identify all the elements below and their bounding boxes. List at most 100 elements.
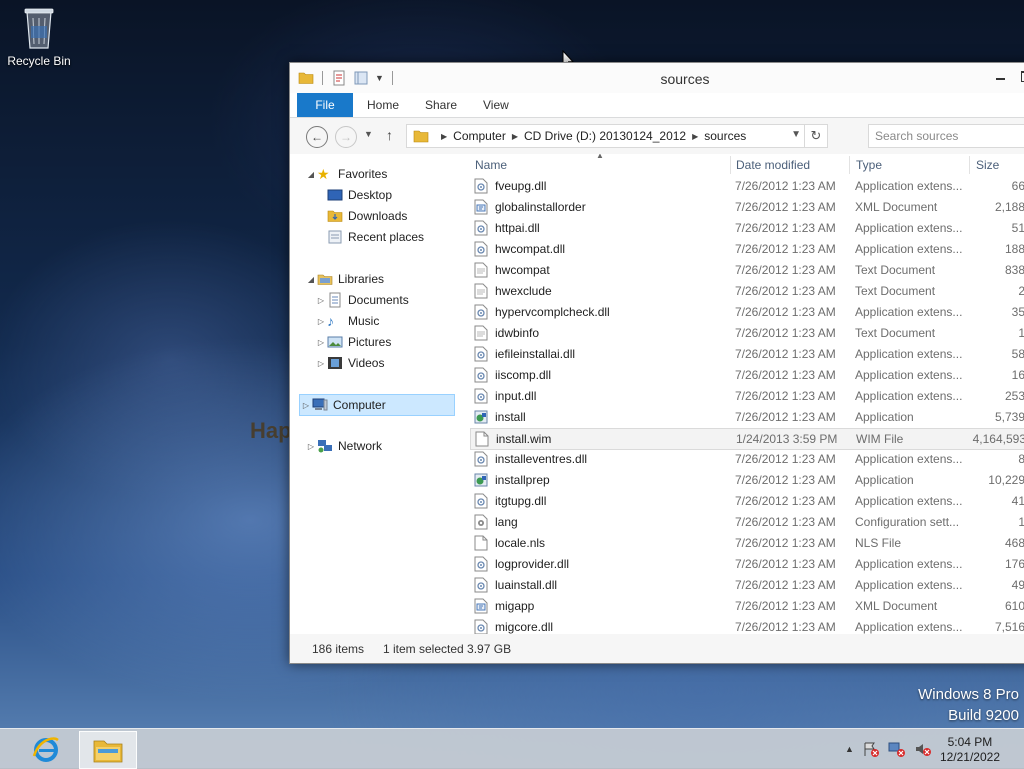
expanded-chevron-icon[interactable]: ◢ bbox=[305, 170, 317, 179]
tab-home[interactable]: Home bbox=[367, 93, 399, 117]
file-name: idwbinfo bbox=[495, 326, 540, 340]
back-arrow-icon: ← bbox=[311, 130, 323, 144]
file-name: itgtupg.dll bbox=[495, 494, 547, 508]
back-button[interactable]: ← bbox=[306, 126, 328, 148]
file-date-modified: 7/26/2012 1:23 AM bbox=[735, 557, 836, 571]
file-row[interactable]: iiscomp.dll 7/26/2012 1:23 AM Application … bbox=[470, 365, 1024, 385]
file-row[interactable]: httpai.dll 7/26/2012 1:23 AM Application e… bbox=[470, 218, 1024, 238]
breadcrumb-sources[interactable]: sources bbox=[704, 129, 746, 143]
column-date-modified[interactable]: Date modified bbox=[736, 158, 810, 172]
file-row[interactable]: hwcompat.dll 7/26/2012 1:23 AM Application… bbox=[470, 239, 1024, 259]
forward-button[interactable]: → bbox=[335, 126, 357, 148]
collapsed-chevron-icon[interactable]: ▷ bbox=[315, 317, 327, 326]
file-row[interactable]: installprep 7/26/2012 1:23 AM Application 1… bbox=[470, 470, 1024, 490]
column-divider[interactable] bbox=[969, 156, 970, 174]
dll-icon bbox=[474, 388, 488, 404]
blank-file-icon bbox=[474, 535, 488, 551]
network-status-icon[interactable] bbox=[888, 741, 906, 757]
recent-locations-chevron-icon[interactable]: ▼ bbox=[364, 129, 373, 139]
file-row[interactable]: migapp 7/26/2012 1:23 AM XML Document 610 bbox=[470, 596, 1024, 616]
file-row[interactable]: idwbinfo 7/26/2012 1:23 AM Text Document 1 bbox=[470, 323, 1024, 343]
search-box[interactable] bbox=[868, 124, 1024, 148]
volume-muted-icon[interactable] bbox=[914, 741, 932, 757]
action-center-flag-icon[interactable] bbox=[862, 741, 880, 757]
file-type: XML Document bbox=[855, 200, 938, 214]
collapsed-chevron-icon[interactable]: ▷ bbox=[315, 296, 327, 305]
tab-file[interactable]: File bbox=[297, 93, 353, 117]
nav-documents[interactable]: ▷ Documents bbox=[315, 290, 409, 310]
file-type: Text Document bbox=[855, 326, 936, 340]
nav-network[interactable]: ▷ Network bbox=[305, 436, 382, 456]
file-row[interactable]: hypervcomplcheck.dll 7/26/2012 1:23 AM App… bbox=[470, 302, 1024, 322]
internet-explorer-button[interactable] bbox=[18, 731, 74, 767]
file-size: 10,229 bbox=[988, 473, 1024, 487]
collapsed-chevron-icon[interactable]: ▷ bbox=[305, 442, 317, 451]
breadcrumb-chevron-icon[interactable]: ▶ bbox=[441, 132, 447, 141]
file-row[interactable]: globalinstallorder 7/26/2012 1:23 AM XML D… bbox=[470, 197, 1024, 217]
column-size[interactable]: Size bbox=[976, 158, 999, 172]
tab-view[interactable]: View bbox=[483, 93, 509, 117]
file-size: 2,188 bbox=[994, 200, 1024, 214]
nav-favorites[interactable]: ◢ ★ Favorites bbox=[305, 164, 387, 184]
nav-computer[interactable]: ▷ Computer bbox=[299, 394, 455, 416]
file-row[interactable]: fveupg.dll 7/26/2012 1:23 AM Application e… bbox=[470, 176, 1024, 196]
breadcrumb-cd-drive[interactable]: CD Drive (D:) 20130124_2012 bbox=[524, 129, 686, 143]
nav-pictures[interactable]: ▷ Pictures bbox=[315, 332, 391, 352]
column-name[interactable]: Name bbox=[475, 158, 507, 172]
file-size: 838 bbox=[1004, 263, 1024, 277]
file-date-modified: 1/24/2013 3:59 PM bbox=[736, 432, 838, 446]
forward-arrow-icon: → bbox=[340, 130, 352, 144]
nav-videos[interactable]: ▷ Videos bbox=[315, 353, 385, 373]
column-divider[interactable] bbox=[849, 156, 850, 174]
recycle-bin-shortcut[interactable]: Recycle Bin bbox=[6, 6, 72, 68]
maximize-button[interactable] bbox=[1016, 66, 1024, 86]
address-history-chevron-icon[interactable]: ▼ bbox=[791, 129, 801, 140]
file-size: 35 bbox=[1011, 305, 1024, 319]
nav-downloads-label: Downloads bbox=[348, 209, 408, 223]
file-row[interactable]: logprovider.dll 7/26/2012 1:23 AM Applicat… bbox=[470, 554, 1024, 574]
file-explorer-button[interactable] bbox=[79, 731, 137, 769]
nav-desktop[interactable]: Desktop bbox=[327, 185, 392, 205]
collapsed-chevron-icon[interactable]: ▷ bbox=[315, 359, 327, 368]
file-row[interactable]: lang 7/26/2012 1:23 AM Configuration sett.… bbox=[470, 512, 1024, 532]
file-size: 51 bbox=[1011, 221, 1024, 235]
file-row[interactable]: install.wim 1/24/2013 3:59 PM WIM File 4,16… bbox=[470, 428, 1024, 450]
file-row[interactable]: hwexclude 7/26/2012 1:23 AM Text Document 2 bbox=[470, 281, 1024, 301]
tab-share[interactable]: Share bbox=[425, 93, 457, 117]
breadcrumb-chevron-icon[interactable]: ▶ bbox=[692, 132, 698, 141]
dll-icon bbox=[474, 220, 488, 236]
collapsed-chevron-icon[interactable]: ▷ bbox=[300, 401, 312, 410]
nav-downloads[interactable]: Downloads bbox=[327, 206, 407, 226]
refresh-button[interactable]: ↻ bbox=[804, 125, 827, 147]
search-input[interactable] bbox=[869, 125, 1024, 147]
nav-documents-label: Documents bbox=[348, 293, 409, 307]
nav-music[interactable]: ▷ ♪ Music bbox=[315, 311, 379, 331]
file-row[interactable]: locale.nls 7/26/2012 1:23 AM NLS File 468 bbox=[470, 533, 1024, 553]
collapsed-chevron-icon[interactable]: ▷ bbox=[315, 338, 327, 347]
file-row[interactable]: luainstall.dll 7/26/2012 1:23 AM Applicati… bbox=[470, 575, 1024, 595]
xml-icon bbox=[474, 598, 488, 614]
breadcrumb-computer[interactable]: Computer bbox=[453, 129, 506, 143]
expanded-chevron-icon[interactable]: ◢ bbox=[305, 275, 317, 284]
internet-explorer-icon bbox=[32, 737, 59, 762]
file-row[interactable]: migcore.dll 7/26/2012 1:23 AM Application … bbox=[470, 617, 1024, 634]
file-row[interactable]: itgtupg.dll 7/26/2012 1:23 AM Application … bbox=[470, 491, 1024, 511]
nav-pictures-label: Pictures bbox=[348, 335, 392, 349]
minimize-button[interactable] bbox=[990, 66, 1010, 86]
file-row[interactable]: hwcompat 7/26/2012 1:23 AM Text Document 83… bbox=[470, 260, 1024, 280]
nav-libraries[interactable]: ◢ Libraries bbox=[305, 269, 384, 289]
file-row[interactable]: installeventres.dll 7/26/2012 1:23 AM Appl… bbox=[470, 449, 1024, 469]
file-row[interactable]: input.dll 7/26/2012 1:23 AM Application ex… bbox=[470, 386, 1024, 406]
show-hidden-icons-chevron-icon[interactable]: ▲ bbox=[845, 744, 854, 754]
address-bar[interactable]: ▶ Computer ▶ CD Drive (D:) 20130124_2012… bbox=[406, 124, 828, 148]
file-row[interactable]: install 7/26/2012 1:23 AM Application 5,739 bbox=[470, 407, 1024, 427]
column-type[interactable]: Type bbox=[856, 158, 882, 172]
up-button[interactable]: ↑ bbox=[386, 127, 393, 143]
title-bar[interactable]: ▼ sources bbox=[290, 63, 1024, 93]
window-title: sources bbox=[660, 71, 710, 87]
file-row[interactable]: iefileinstallai.dll 7/26/2012 1:23 AM Appl… bbox=[470, 344, 1024, 364]
nav-recent-places[interactable]: Recent places bbox=[327, 227, 424, 247]
clock[interactable]: 5:04 PM 12/21/2022 bbox=[940, 735, 1000, 765]
column-divider[interactable] bbox=[730, 156, 731, 174]
breadcrumb-chevron-icon[interactable]: ▶ bbox=[512, 132, 518, 141]
